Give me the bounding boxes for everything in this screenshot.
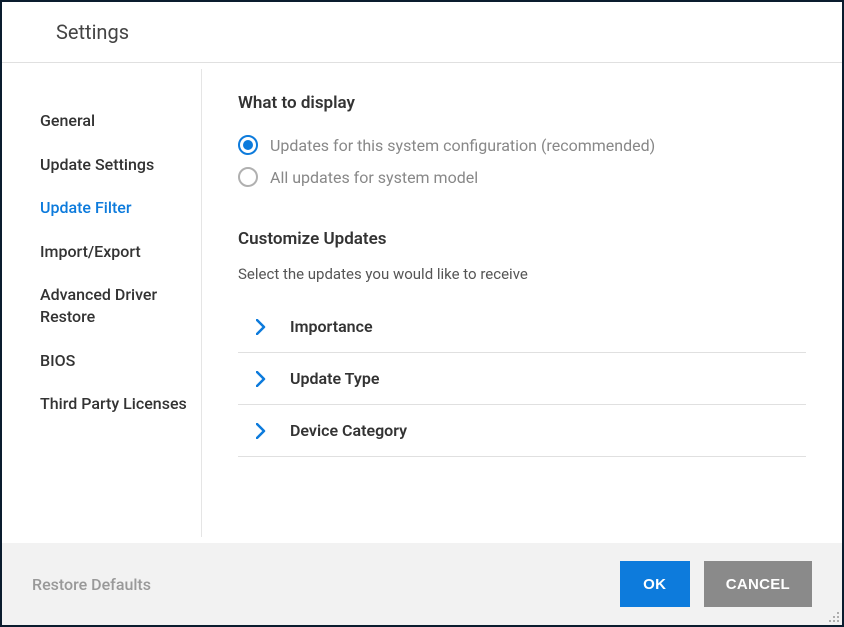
sidebar-item-label: Update Filter xyxy=(40,198,132,217)
sidebar-item-third-party-licenses[interactable]: Third Party Licenses xyxy=(40,382,201,426)
sidebar-item-label: Import/Export xyxy=(40,242,141,261)
accordion-update-type[interactable]: Update Type xyxy=(238,353,806,405)
chevron-right-icon xyxy=(256,423,266,439)
chevron-right-icon xyxy=(256,319,266,335)
display-radio-group: Updates for this system configuration (r… xyxy=(238,129,806,193)
main-panel: What to display Updates for this system … xyxy=(202,63,842,543)
cancel-button[interactable]: CANCEL xyxy=(704,561,812,607)
sidebar-item-import-export[interactable]: Import/Export xyxy=(40,230,201,274)
sidebar-item-label: Third Party Licenses xyxy=(40,394,187,413)
accordion-label: Importance xyxy=(290,317,373,336)
accordion-label: Device Category xyxy=(290,421,407,440)
sidebar-item-label: BIOS xyxy=(40,351,75,370)
sidebar-item-general[interactable]: General xyxy=(40,99,201,143)
radio-icon xyxy=(238,167,258,187)
customize-updates-subtitle: Select the updates you would like to rec… xyxy=(238,265,806,283)
footer-buttons: OK CANCEL xyxy=(620,561,812,607)
radio-label: Updates for this system configuration (r… xyxy=(270,136,655,155)
radio-option-all-updates[interactable]: All updates for system model xyxy=(238,161,806,193)
footer: Restore Defaults OK CANCEL xyxy=(2,543,842,625)
sidebar-item-bios[interactable]: BIOS xyxy=(40,339,201,383)
radio-icon xyxy=(238,135,258,155)
chevron-right-icon xyxy=(256,371,266,387)
header: Settings xyxy=(2,2,842,63)
sidebar-item-advanced-driver-restore[interactable]: Advanced Driver Restore xyxy=(40,273,201,338)
accordion-importance[interactable]: Importance xyxy=(238,301,806,353)
sidebar-item-label: Advanced Driver Restore xyxy=(40,285,157,326)
resize-grip-icon[interactable] xyxy=(828,611,840,623)
customize-updates-title: Customize Updates xyxy=(238,229,806,249)
sidebar: General Update Settings Update Filter Im… xyxy=(2,69,202,537)
accordion-label: Update Type xyxy=(290,369,379,388)
radio-label: All updates for system model xyxy=(270,168,478,187)
sidebar-item-update-filter[interactable]: Update Filter xyxy=(40,186,201,230)
sidebar-item-label: Update Settings xyxy=(40,155,154,174)
ok-button[interactable]: OK xyxy=(620,561,690,607)
restore-defaults-link[interactable]: Restore Defaults xyxy=(32,575,151,594)
what-to-display-title: What to display xyxy=(238,93,806,113)
accordion-device-category[interactable]: Device Category xyxy=(238,405,806,457)
radio-option-system-config[interactable]: Updates for this system configuration (r… xyxy=(238,129,806,161)
sidebar-item-update-settings[interactable]: Update Settings xyxy=(40,143,201,187)
content-area: General Update Settings Update Filter Im… xyxy=(2,63,842,543)
sidebar-item-label: General xyxy=(40,111,95,130)
page-title: Settings xyxy=(56,20,842,44)
